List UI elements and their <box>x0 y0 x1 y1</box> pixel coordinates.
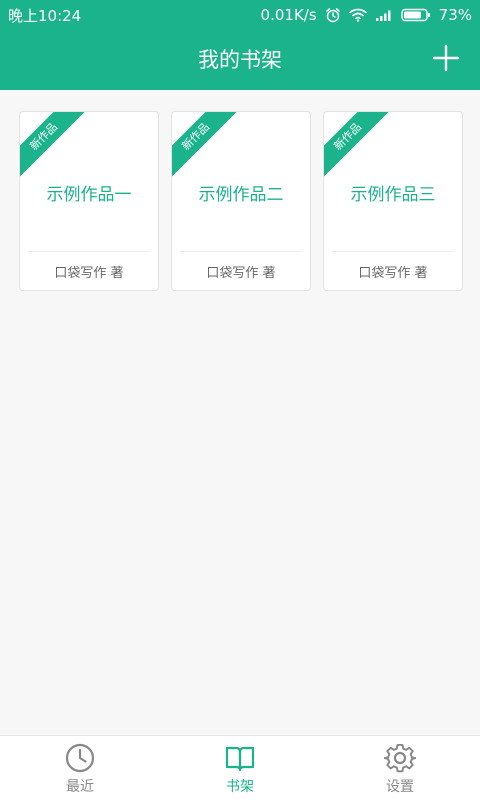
nav-label-settings: 设置 <box>386 779 414 795</box>
app-root: 晚上10:24 0.01K/s 73% 我的书架 新作品 示例作品一 口袋写作 … <box>0 0 480 800</box>
book-author: 口袋写作 著 <box>206 266 276 281</box>
nav-label-bookshelf: 书架 <box>226 779 254 795</box>
new-ribbon: 新作品 <box>172 112 240 181</box>
network-speed: 0.01K/s <box>260 6 317 24</box>
nav-item-recent[interactable]: 最近 <box>0 736 160 800</box>
battery-percent: 73% <box>438 6 472 24</box>
status-left: 晚上10:24 <box>8 5 81 26</box>
book-card[interactable]: 新作品 示例作品二 口袋写作 著 <box>171 111 311 291</box>
book-author: 口袋写作 著 <box>54 266 124 281</box>
nav-item-bookshelf[interactable]: 书架 <box>160 736 320 800</box>
status-time: 晚上10:24 <box>8 6 82 25</box>
nav-label-recent: 最近 <box>66 779 94 795</box>
new-ribbon: 新作品 <box>20 112 88 181</box>
gear-icon <box>384 742 416 774</box>
bookshelf-grid: 新作品 示例作品一 口袋写作 著 新作品 示例作品二 口袋写作 著 新作品 示例… <box>19 111 463 291</box>
book-card[interactable]: 新作品 示例作品三 口袋写作 著 <box>323 111 463 291</box>
card-divider <box>332 251 454 252</box>
page-title: 我的书架 <box>198 48 282 72</box>
plus-icon <box>432 44 460 76</box>
book-icon <box>224 742 256 774</box>
wifi-icon <box>348 8 367 22</box>
new-ribbon: 新作品 <box>324 112 392 181</box>
status-right: 0.01K/s 73% <box>261 6 472 24</box>
card-divider <box>28 251 150 252</box>
bottom-nav: 最近 书架 设置 <box>0 735 480 800</box>
battery-icon <box>400 8 431 22</box>
book-title: 示例作品二 <box>198 185 284 205</box>
book-card[interactable]: 新作品 示例作品一 口袋写作 著 <box>19 111 159 291</box>
card-divider <box>180 251 302 252</box>
add-book-button[interactable] <box>426 40 466 80</box>
status-bar: 晚上10:24 0.01K/s 73% <box>0 0 480 30</box>
book-author: 口袋写作 著 <box>358 266 428 281</box>
signal-icon <box>375 8 393 22</box>
book-title: 示例作品三 <box>350 185 436 205</box>
clock-icon <box>64 742 96 774</box>
app-header: 我的书架 <box>0 30 480 90</box>
alarm-icon <box>325 7 341 23</box>
nav-item-settings[interactable]: 设置 <box>320 736 480 800</box>
book-title: 示例作品一 <box>46 185 132 205</box>
